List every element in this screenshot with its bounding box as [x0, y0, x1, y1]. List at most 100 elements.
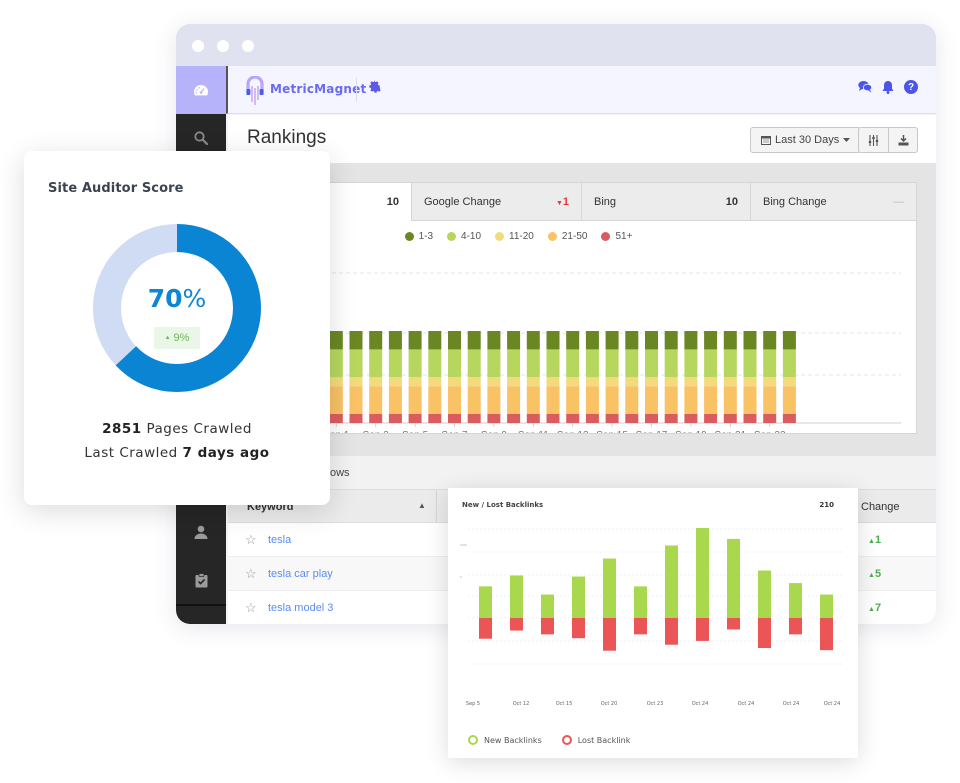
bar-segment-51-plus[interactable] — [763, 413, 777, 423]
window-minimize-button[interactable] — [217, 40, 229, 52]
bar-segment-21-50[interactable] — [704, 386, 718, 414]
tab-bing[interactable]: Bing 10 — [581, 183, 750, 221]
bar-segment-11-20[interactable] — [467, 377, 481, 387]
bar-segment-21-50[interactable] — [723, 386, 737, 414]
bar-segment-1-3[interactable] — [408, 331, 422, 350]
legend-item-11-20[interactable]: 11-20 — [495, 231, 534, 242]
bar-segment-1-3[interactable] — [349, 331, 363, 350]
bar-new-backlinks[interactable] — [758, 570, 771, 618]
legend-item-51-plus[interactable]: 51+ — [601, 231, 632, 242]
bar-segment-21-50[interactable] — [605, 386, 619, 414]
star-icon[interactable]: ☆ — [245, 600, 257, 616]
bar-segment-4-10[interactable] — [507, 349, 521, 377]
bar-new-backlinks[interactable] — [572, 576, 585, 618]
bar-segment-11-20[interactable] — [704, 377, 718, 387]
bar-segment-11-20[interactable] — [349, 377, 363, 387]
bar-segment-4-10[interactable] — [349, 349, 363, 377]
bar-new-backlinks[interactable] — [603, 558, 616, 618]
bar-segment-21-50[interactable] — [388, 386, 402, 414]
bar-segment-4-10[interactable] — [487, 349, 501, 377]
download-button[interactable] — [888, 128, 917, 152]
bar-segment-11-20[interactable] — [625, 377, 639, 387]
bar-segment-11-20[interactable] — [664, 377, 678, 387]
bar-segment-21-50[interactable] — [763, 386, 777, 414]
bar-segment-4-10[interactable] — [369, 349, 383, 377]
bar-segment-51-plus[interactable] — [408, 413, 422, 423]
bar-segment-1-3[interactable] — [487, 331, 501, 350]
bar-segment-1-3[interactable] — [684, 331, 698, 350]
star-icon[interactable]: ☆ — [245, 566, 257, 582]
bar-segment-4-10[interactable] — [625, 349, 639, 377]
bar-new-backlinks[interactable] — [634, 586, 647, 618]
bar-segment-1-3[interactable] — [428, 331, 442, 350]
messages-button[interactable] — [858, 80, 873, 97]
bar-segment-21-50[interactable] — [743, 386, 757, 414]
bar-segment-4-10[interactable] — [605, 349, 619, 377]
bar-segment-21-50[interactable] — [487, 386, 501, 414]
bar-segment-21-50[interactable] — [684, 386, 698, 414]
bar-segment-11-20[interactable] — [388, 377, 402, 387]
bar-new-backlinks[interactable] — [510, 575, 523, 618]
bar-lost-backlinks[interactable] — [696, 618, 709, 641]
bar-segment-4-10[interactable] — [546, 349, 560, 377]
bar-segment-21-50[interactable] — [566, 386, 580, 414]
bar-segment-11-20[interactable] — [763, 377, 777, 387]
bar-lost-backlinks[interactable] — [572, 618, 585, 639]
bar-segment-21-50[interactable] — [448, 386, 461, 414]
bar-segment-11-20[interactable] — [369, 377, 383, 387]
bar-segment-1-3[interactable] — [664, 331, 678, 350]
bar-new-backlinks[interactable] — [789, 583, 802, 618]
bar-segment-1-3[interactable] — [526, 331, 540, 350]
bar-segment-11-20[interactable] — [487, 377, 501, 387]
bar-segment-4-10[interactable] — [566, 349, 580, 377]
bar-segment-51-plus[interactable] — [369, 413, 383, 423]
legend-item-1-3[interactable]: 1-3 — [404, 231, 433, 242]
help-button[interactable]: ? — [904, 80, 918, 94]
bar-new-backlinks[interactable] — [665, 545, 678, 618]
bar-lost-backlinks[interactable] — [479, 618, 492, 639]
date-range-dropdown[interactable]: Last 30 Days — [750, 127, 862, 153]
bar-segment-11-20[interactable] — [645, 377, 658, 387]
bar-segment-1-3[interactable] — [369, 331, 383, 350]
bar-new-backlinks[interactable] — [820, 594, 833, 618]
bar-segment-21-50[interactable] — [408, 386, 422, 414]
bar-segment-51-plus[interactable] — [546, 413, 560, 423]
bar-segment-4-10[interactable] — [664, 349, 678, 377]
bar-segment-11-20[interactable] — [605, 377, 619, 387]
column-header-change[interactable]: Change — [861, 501, 900, 513]
bar-segment-51-plus[interactable] — [605, 413, 619, 423]
bar-segment-51-plus[interactable] — [645, 413, 658, 423]
bar-segment-21-50[interactable] — [526, 386, 540, 414]
bar-segment-21-50[interactable] — [625, 386, 639, 414]
bar-segment-1-3[interactable] — [546, 331, 560, 350]
bar-lost-backlinks[interactable] — [603, 618, 616, 651]
legend-item-21-50[interactable]: 21-50 — [547, 231, 587, 242]
bar-new-backlinks[interactable] — [541, 594, 554, 618]
bar-segment-1-3[interactable] — [566, 331, 580, 350]
bar-segment-4-10[interactable] — [704, 349, 718, 377]
bar-segment-11-20[interactable] — [329, 377, 343, 387]
tab-google-change[interactable]: Google Change ▼1 — [411, 183, 581, 221]
bar-segment-11-20[interactable] — [684, 377, 698, 387]
bar-segment-1-3[interactable] — [467, 331, 481, 350]
bar-segment-51-plus[interactable] — [566, 413, 580, 423]
bar-lost-backlinks[interactable] — [510, 618, 523, 631]
bar-segment-51-plus[interactable] — [625, 413, 639, 423]
bar-segment-1-3[interactable] — [329, 331, 343, 350]
bar-segment-11-20[interactable] — [448, 377, 461, 387]
bar-segment-11-20[interactable] — [585, 377, 599, 387]
bar-segment-51-plus[interactable] — [743, 413, 757, 423]
bar-segment-51-plus[interactable] — [428, 413, 442, 423]
bar-segment-1-3[interactable] — [645, 331, 658, 350]
bar-segment-11-20[interactable] — [428, 377, 442, 387]
bar-segment-11-20[interactable] — [526, 377, 540, 387]
bar-segment-11-20[interactable] — [408, 377, 422, 387]
bar-segment-21-50[interactable] — [428, 386, 442, 414]
bar-lost-backlinks[interactable] — [820, 618, 833, 651]
tab-bing-change[interactable]: Bing Change — — [750, 183, 916, 221]
bar-segment-51-plus[interactable] — [526, 413, 540, 423]
bar-segment-4-10[interactable] — [585, 349, 599, 377]
bar-segment-51-plus[interactable] — [448, 413, 461, 423]
bar-lost-backlinks[interactable] — [541, 618, 554, 635]
bar-segment-4-10[interactable] — [723, 349, 737, 377]
